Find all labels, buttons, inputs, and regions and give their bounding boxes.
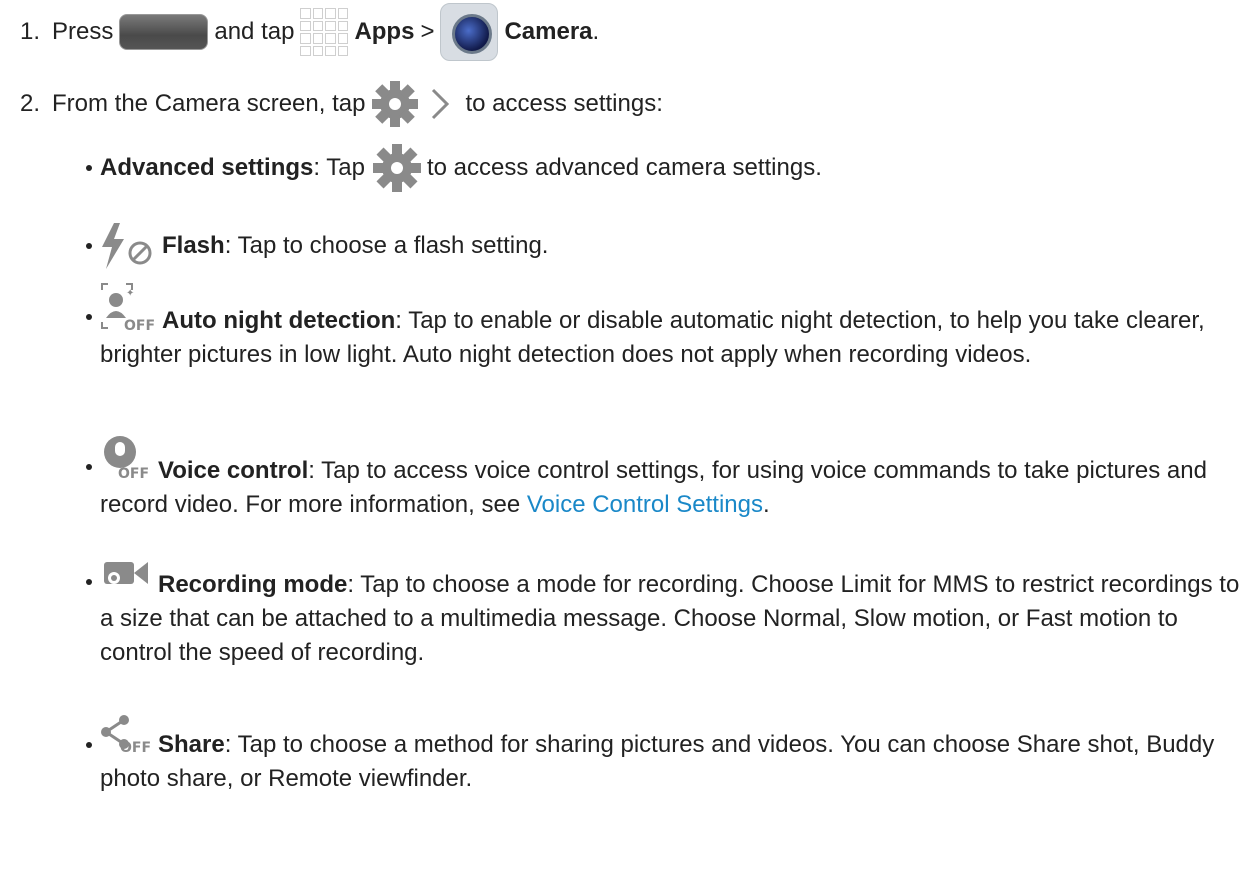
svg-text:✦: ✦	[126, 288, 134, 299]
apps-label: Apps	[354, 18, 415, 45]
step2-text-before: From the Camera screen, tap	[52, 90, 366, 117]
share-item: OFF Share: Tap to choose a method for sh…	[86, 714, 1245, 796]
settings-expand-icon	[372, 81, 450, 127]
flash-desc: : Tap to choose a flash setting.	[224, 232, 549, 259]
advanced-settings-post: to access advanced camera settings.	[427, 154, 822, 181]
camera-label: Camera	[504, 18, 593, 45]
advanced-settings-title: Advanced settings	[100, 154, 314, 181]
voice-control-settings-link[interactable]: Voice Control Settings	[527, 491, 763, 518]
auto-night-detection-item: ✦ OFF Auto night detection: Tap to enabl…	[86, 280, 1245, 372]
step1-end: .	[592, 18, 600, 45]
separator: >	[420, 18, 435, 45]
advanced-settings-pre: : Tap	[313, 154, 365, 181]
auto-night-detection-title: Auto night detection	[162, 307, 396, 334]
and-tap-text: and tap	[214, 18, 295, 45]
home-key-icon	[119, 14, 209, 50]
flash-off-icon	[102, 223, 152, 269]
share-title: Share	[158, 731, 225, 758]
voice-control-title: Voice control	[158, 457, 309, 484]
voice-control-item: OFF Voice control: Tap to access voice c…	[86, 434, 1245, 522]
flash-title: Flash	[162, 232, 225, 259]
svg-text:OFF: OFF	[124, 318, 155, 332]
svg-text:OFF: OFF	[118, 466, 149, 480]
step2-text-after: to access settings:	[465, 90, 663, 117]
recording-mode-item: Recording mode: Tap to choose a mode for…	[86, 554, 1245, 670]
advanced-settings-item: Advanced settings: Tap to access advance…	[86, 140, 1245, 196]
share-desc: : Tap to choose a method for sharing pic…	[100, 731, 1215, 792]
share-off-icon: OFF	[101, 715, 151, 754]
press-text: Press	[52, 18, 114, 45]
step-1: 1. Press and tap Apps > Camera.	[0, 3, 600, 61]
gear-icon	[373, 144, 421, 192]
apps-grid-icon	[300, 8, 349, 56]
night-detection-off-icon: ✦ OFF	[101, 283, 155, 332]
flash-item: Flash: Tap to choose a flash setting.	[86, 218, 1245, 274]
svg-text:OFF: OFF	[120, 740, 151, 754]
step-number: 2.	[19, 90, 40, 117]
camera-app-icon	[440, 3, 499, 61]
step-2: 2. From the Camera screen, tap to access…	[0, 76, 663, 132]
step-number: 1.	[19, 18, 40, 45]
voice-control-off-icon: OFF	[104, 436, 149, 480]
voice-control-desc-end: .	[762, 491, 770, 518]
recording-mode-title: Recording mode	[158, 571, 348, 598]
recording-mode-icon	[104, 562, 148, 584]
